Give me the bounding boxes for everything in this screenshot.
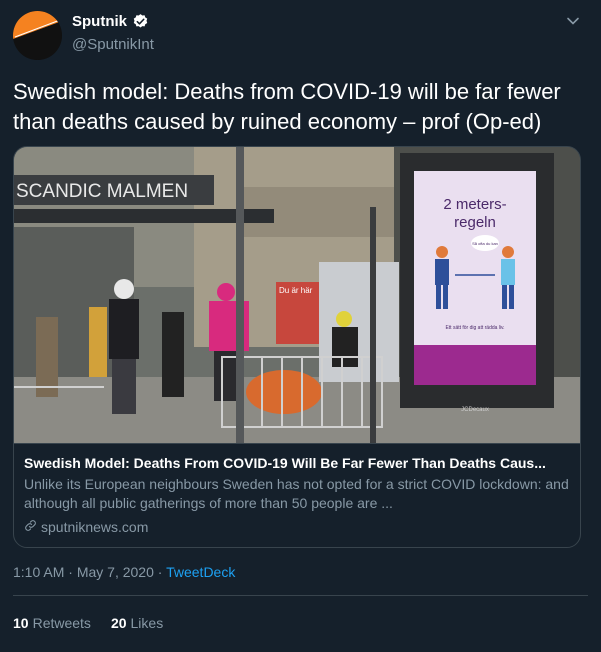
likes-stat[interactable]: 20 Likes [111,615,163,631]
chevron-down-icon[interactable] [564,12,582,30]
retweets-count: 10 [13,615,29,631]
card-title[interactable]: Swedish Model: Deaths From COVID-19 Will… [24,455,570,471]
card-domain-text: sputniknews.com [41,519,149,535]
sputnik-logo [13,11,62,60]
svg-text:Du är här: Du är här [279,286,313,295]
author-handle[interactable]: @SputnikInt [72,36,154,53]
retweets-stat[interactable]: 10 Retweets [13,615,91,631]
card-domain[interactable]: sputniknews.com [24,519,148,535]
retweets-label: Retweets [32,615,91,631]
tweet-meta: 1:10 AM · May 7, 2020 · TweetDeck [13,564,235,580]
likes-label: Likes [130,615,164,631]
tweet-source-link[interactable]: TweetDeck [166,564,235,580]
author-name[interactable]: Sputnik [72,13,127,30]
meta-separator: · [157,564,163,580]
link-icon [24,519,37,535]
tweet-date[interactable]: May 7, 2020 [77,564,154,580]
svg-text:Ett sätt för dig att rädda liv: Ett sätt för dig att rädda liv. [445,325,504,331]
card-image: SCANDIC MALMEN Du är här 2 meters- regel… [14,147,580,443]
card-description: Unlike its European neighbours Sweden ha… [24,476,569,511]
avatar[interactable] [13,11,62,60]
meta-separator: · [68,564,73,580]
svg-text:SCANDIC MALMEN: SCANDIC MALMEN [16,181,188,202]
tweet-text: Swedish model: Deaths from COVID-19 will… [13,79,561,134]
tweet-stats: 10 Retweets 20 Likes [13,615,163,631]
likes-count: 20 [110,615,127,631]
divider [13,595,588,596]
svg-text:2 meters-: 2 meters- [443,196,506,213]
svg-text:Så ofta du kan: Så ofta du kan [472,241,498,246]
verified-badge-icon [132,13,149,30]
link-card[interactable]: SCANDIC MALMEN Du är här 2 meters- regel… [13,146,581,548]
tweet-time[interactable]: 1:10 AM [13,564,64,580]
svg-text:regeln: regeln [454,214,496,231]
svg-text:JCDecaux: JCDecaux [461,407,489,413]
